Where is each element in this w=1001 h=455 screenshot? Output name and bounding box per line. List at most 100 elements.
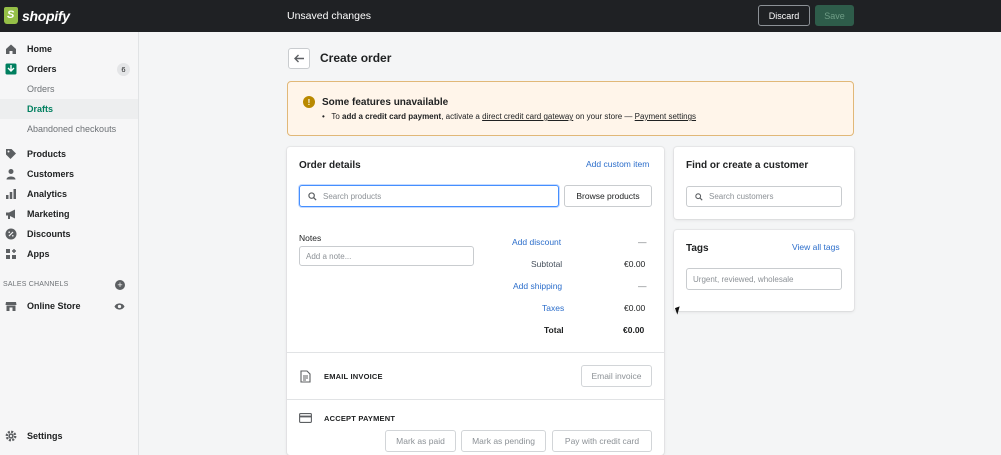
- email-invoice-button[interactable]: Email invoice: [581, 365, 652, 387]
- sidebar-item-label: Home: [27, 44, 53, 54]
- tags-card: Tags View all tags Urgent, reviewed, who…: [674, 230, 854, 311]
- apps-grid-icon: [6, 249, 16, 259]
- pay-with-credit-card-button[interactable]: Pay with credit card: [552, 430, 652, 452]
- credit-card-icon: [299, 413, 312, 423]
- sidebar-item-label: Drafts: [27, 104, 54, 114]
- tags-title: Tags: [686, 243, 709, 254]
- section-divider: [287, 352, 664, 353]
- payment-settings-link[interactable]: Payment settings: [635, 112, 696, 121]
- sidebar-item-label: Marketing: [27, 209, 70, 219]
- total-value: €0.00: [623, 325, 645, 335]
- back-button[interactable]: [288, 48, 310, 69]
- banner-text: To: [331, 112, 340, 121]
- megaphone-icon: [6, 209, 15, 219]
- discard-button[interactable]: Discard: [758, 5, 810, 26]
- notes-input[interactable]: Add a note...: [299, 246, 474, 266]
- store-icon: [5, 302, 17, 311]
- order-details-card: Order details Add custom item Search pro…: [287, 147, 664, 455]
- sidebar-item-discounts[interactable]: Discounts: [0, 224, 138, 244]
- add-sales-channel-icon[interactable]: +: [115, 280, 125, 290]
- sidebar-item-label: Apps: [27, 249, 50, 259]
- sidebar-item-label: Orders: [27, 84, 55, 94]
- sidebar-item-analytics[interactable]: Analytics: [0, 184, 138, 204]
- gear-icon: [5, 430, 17, 442]
- arrow-left-icon: [293, 54, 304, 63]
- section-divider: [287, 399, 664, 400]
- sidebar-item-settings[interactable]: Settings: [0, 426, 138, 446]
- sidebar-subitem-abandoned-checkouts[interactable]: Abandoned checkouts: [0, 119, 138, 139]
- customer-card-title: Find or create a customer: [686, 160, 809, 171]
- person-icon: [6, 169, 16, 180]
- banner-message: • To add a credit card payment, activate…: [322, 112, 696, 121]
- sidebar-item-marketing[interactable]: Marketing: [0, 204, 138, 224]
- tags-placeholder: Urgent, reviewed, wholesale: [693, 274, 794, 284]
- browse-products-button[interactable]: Browse products: [564, 185, 652, 207]
- discount-value: —: [638, 237, 647, 247]
- sidebar-item-orders[interactable]: Orders 6: [0, 59, 138, 79]
- sidebar-item-label: Products: [27, 149, 67, 159]
- sales-channels-heading: SALES CHANNELS: [3, 281, 69, 288]
- logo-text: shopify: [22, 7, 70, 24]
- sidebar-item-online-store[interactable]: Online Store: [0, 296, 138, 316]
- sidebar-subitem-drafts[interactable]: Drafts: [0, 99, 138, 119]
- subtotal-label: Subtotal: [531, 259, 563, 269]
- tags-input[interactable]: Urgent, reviewed, wholesale: [686, 268, 842, 290]
- sidebar-subitem-orders[interactable]: Orders: [0, 79, 138, 99]
- top-bar: shopify Unsaved changes Discard Save: [0, 0, 1001, 32]
- banner-text: on your store —: [575, 112, 633, 121]
- banner-text: , activate a: [441, 112, 480, 121]
- tag-icon: [6, 149, 16, 159]
- customer-card: Find or create a customer Search custome…: [674, 147, 854, 219]
- sidebar-item-apps[interactable]: Apps: [0, 244, 138, 264]
- sidebar-item-label: Orders: [27, 64, 57, 74]
- orders-icon: [5, 63, 17, 75]
- shipping-value: —: [638, 281, 647, 291]
- document-icon: [300, 370, 311, 383]
- search-customers-placeholder: Search customers: [709, 192, 774, 201]
- banner-title: Some features unavailable: [322, 97, 449, 108]
- search-icon: [695, 192, 703, 201]
- shopify-bag-icon: [4, 7, 18, 24]
- add-custom-item-link[interactable]: Add custom item: [586, 159, 649, 169]
- sidebar-item-home[interactable]: Home: [0, 39, 138, 59]
- accept-payment-heading: ACCEPT PAYMENT: [324, 414, 396, 423]
- page-title: Create order: [320, 51, 392, 65]
- credit-card-gateway-link[interactable]: direct credit card gateway: [482, 112, 573, 121]
- banner-text-bold: add a credit card payment: [342, 112, 442, 121]
- eye-icon[interactable]: [114, 301, 125, 312]
- sidebar: Home Orders 6 Orders Drafts Abandoned ch…: [0, 32, 139, 455]
- sidebar-item-label: Discounts: [27, 229, 71, 239]
- search-icon: [308, 191, 317, 201]
- view-all-tags-link[interactable]: View all tags: [792, 242, 840, 252]
- notes-label: Notes: [299, 233, 322, 243]
- sidebar-item-customers[interactable]: Customers: [0, 164, 138, 184]
- total-label: Total: [544, 325, 564, 335]
- subtotal-value: €0.00: [624, 259, 646, 269]
- sidebar-item-label: Abandoned checkouts: [27, 124, 117, 134]
- email-invoice-heading: EMAIL INVOICE: [324, 372, 383, 381]
- warning-banner: ! Some features unavailable • To add a c…: [287, 81, 854, 136]
- orders-count-badge: 6: [117, 62, 130, 76]
- sidebar-item-products[interactable]: Products: [0, 144, 138, 164]
- taxes-link[interactable]: Taxes: [542, 303, 564, 313]
- sidebar-item-label: Online Store: [27, 301, 81, 311]
- unsaved-status: Unsaved changes: [287, 10, 372, 22]
- home-icon: [6, 44, 16, 54]
- save-button[interactable]: Save: [815, 5, 854, 26]
- add-shipping-link[interactable]: Add shipping: [513, 281, 562, 291]
- bullet: •: [322, 112, 325, 121]
- taxes-value: €0.00: [624, 303, 646, 313]
- sidebar-item-label: Analytics: [27, 189, 68, 199]
- mark-as-paid-button[interactable]: Mark as paid: [385, 430, 456, 452]
- order-details-title: Order details: [299, 160, 361, 171]
- sidebar-item-label: Settings: [27, 431, 63, 441]
- add-discount-link[interactable]: Add discount: [512, 237, 561, 247]
- bar-chart-icon: [6, 189, 16, 199]
- search-customers-input[interactable]: Search customers: [686, 186, 842, 207]
- shopify-logo[interactable]: shopify: [4, 7, 70, 24]
- sidebar-item-label: Customers: [27, 169, 75, 179]
- search-placeholder: Search products: [323, 191, 382, 201]
- warning-icon: !: [303, 96, 315, 108]
- search-products-input[interactable]: Search products: [299, 185, 559, 207]
- mark-as-pending-button[interactable]: Mark as pending: [461, 430, 546, 452]
